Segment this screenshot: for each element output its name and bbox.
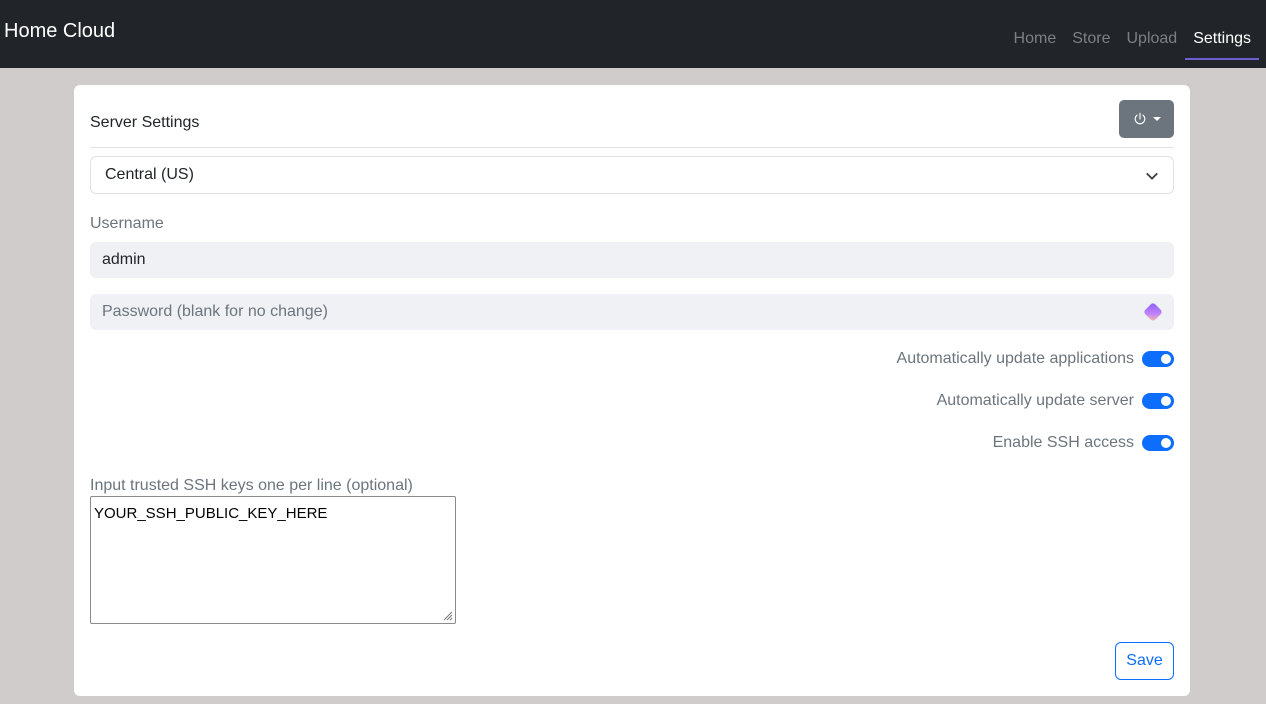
card-title: Server Settings bbox=[90, 114, 200, 131]
navbar: Home Cloud Home Store Upload Settings bbox=[0, 0, 1266, 68]
username-label: Username bbox=[90, 215, 164, 232]
save-button[interactable]: Save bbox=[1115, 642, 1174, 680]
nav-menu: Home Store Upload Settings bbox=[1006, 29, 1259, 60]
toggle-auto-update-apps: Automatically update applications bbox=[897, 349, 1174, 369]
toggle-label: Enable SSH access bbox=[992, 434, 1134, 451]
nav-upload[interactable]: Upload bbox=[1118, 29, 1185, 60]
auto-update-server-switch[interactable] bbox=[1142, 393, 1174, 409]
caret-down-icon bbox=[1152, 117, 1161, 121]
power-icon bbox=[1134, 112, 1145, 125]
toggle-auto-update-server: Automatically update server bbox=[937, 391, 1174, 411]
toggle-label: Automatically update applications bbox=[896, 350, 1134, 367]
ssh-keys-value: YOUR_SSH_PUBLIC_KEY_HERE bbox=[94, 505, 328, 522]
nav-settings[interactable]: Settings bbox=[1185, 29, 1259, 60]
password-input[interactable]: Password (blank for no change) bbox=[90, 294, 1174, 330]
resize-handle-icon[interactable] bbox=[441, 609, 453, 621]
region-selected-value: Central (US) bbox=[105, 166, 194, 183]
password-placeholder: Password (blank for no change) bbox=[102, 303, 328, 320]
username-input[interactable]: admin bbox=[90, 242, 1174, 278]
divider bbox=[90, 147, 1174, 148]
password-manager-icon[interactable] bbox=[1140, 299, 1166, 325]
nav-home[interactable]: Home bbox=[1006, 29, 1065, 60]
ssh-access-switch[interactable] bbox=[1142, 435, 1174, 451]
app-title[interactable]: Home Cloud bbox=[4, 20, 115, 43]
toggle-ssh-access: Enable SSH access bbox=[993, 433, 1174, 453]
ssh-keys-label: Input trusted SSH keys one per line (opt… bbox=[90, 477, 413, 494]
region-select[interactable]: Central (US) bbox=[90, 156, 1174, 194]
auto-update-apps-switch[interactable] bbox=[1142, 351, 1174, 367]
ssh-keys-textarea[interactable]: YOUR_SSH_PUBLIC_KEY_HERE bbox=[90, 496, 456, 624]
nav-store[interactable]: Store bbox=[1064, 29, 1118, 60]
power-menu-button[interactable] bbox=[1119, 100, 1174, 138]
server-settings-card: Server Settings Central (US) Username ad… bbox=[74, 85, 1190, 696]
chevron-down-icon bbox=[1146, 172, 1158, 180]
toggle-label: Automatically update server bbox=[936, 392, 1134, 409]
